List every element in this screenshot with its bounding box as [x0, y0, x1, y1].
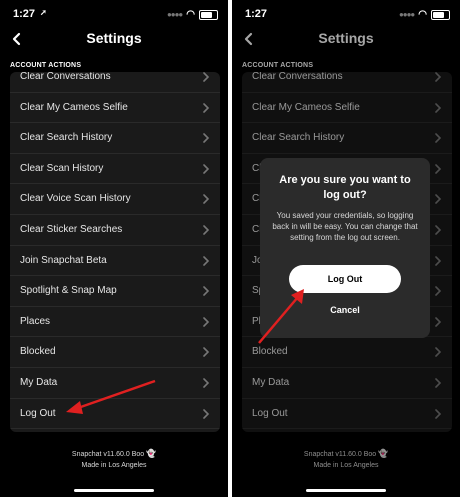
status-bar: 1:27 ➚ ●●●● ◠: [0, 0, 228, 26]
dialog-title: Are you sure you want to log out?: [279, 174, 411, 201]
settings-item[interactable]: Clear Conversations: [10, 72, 220, 93]
settings-list: Clear Conversations Clear My Cameos Selfi…: [10, 72, 220, 430]
settings-item-label: Clear Search History: [20, 132, 113, 144]
status-time: 1:27: [13, 8, 36, 20]
chevron-right-icon: [203, 133, 210, 143]
app-version: Snapchat v11.60.0 Boo: [71, 451, 145, 458]
settings-screen-right: 1:27 ●●●● ◠ Settings ACCOUNT ACTIONS Cle…: [232, 0, 460, 497]
settings-item-label: Clear Voice Scan History: [20, 193, 131, 205]
cancel-button[interactable]: Cancel: [315, 304, 375, 316]
battery-icon: [431, 9, 450, 20]
signal-icon: ●●●●: [398, 10, 415, 19]
settings-item[interactable]: Clear Scan History: [10, 154, 220, 185]
settings-item-label: Clear Sticker Searches: [20, 223, 123, 235]
confirm-logout-button[interactable]: Log Out: [289, 265, 401, 293]
section-header: ACCOUNT ACTIONS: [10, 62, 82, 69]
status-bar: 1:27 ●●●● ◠: [232, 0, 460, 26]
home-indicator: [306, 489, 386, 492]
home-indicator: [74, 489, 154, 492]
settings-item[interactable]: Clear My Cameos Selfie: [10, 93, 220, 124]
chevron-right-icon: [203, 72, 210, 82]
ghost-icon: 👻: [146, 449, 157, 458]
settings-item[interactable]: Log Out: [10, 399, 220, 430]
settings-item[interactable]: Places: [10, 307, 220, 338]
settings-item[interactable]: Join Snapchat Beta: [10, 246, 220, 277]
settings-item[interactable]: Blocked: [10, 337, 220, 368]
settings-item-label: Log Out: [20, 407, 56, 419]
nav-header: Settings: [0, 26, 228, 54]
dialog-message: You saved your credentials, so logging b…: [272, 211, 418, 242]
wifi-icon: ◠: [186, 9, 195, 20]
chevron-right-icon: [203, 316, 210, 327]
settings-item[interactable]: Clear Sticker Searches: [10, 215, 220, 246]
chevron-right-icon: [203, 286, 210, 296]
chevron-right-icon: [203, 194, 210, 205]
footer: Snapchat v11.60.0 Boo 👻 Made in Los Ange…: [0, 448, 228, 471]
footer-version-line: Snapchat v11.60.0 Boo 👻: [0, 448, 228, 460]
settings-item-label: Clear Scan History: [20, 162, 104, 174]
settings-item[interactable]: My Data: [10, 368, 220, 399]
chevron-right-icon: [203, 378, 210, 388]
settings-item[interactable]: Clear Voice Scan History: [10, 184, 220, 215]
page-title: Settings: [86, 30, 142, 46]
settings-item[interactable]: Clear Search History: [10, 123, 220, 154]
settings-item-label: Places: [20, 315, 51, 327]
chevron-right-icon: [203, 347, 210, 358]
settings-item-label: Blocked: [20, 346, 56, 358]
settings-item-label: Clear My Cameos Selfie: [20, 101, 128, 113]
settings-item-label: Clear Conversations: [20, 72, 111, 82]
status-time: 1:27: [245, 8, 268, 20]
settings-item-label: Join Snapchat Beta: [20, 254, 107, 266]
settings-item-label: My Data: [20, 376, 58, 388]
settings-screen-left: 1:27 ➚ ●●●● ◠ Settings ACCOUNT ACTIONS C…: [0, 0, 228, 497]
settings-item-label: Spotlight & Snap Map: [20, 285, 117, 297]
status-icons: ●●●● ◠: [167, 9, 218, 20]
made-in: Made in Los Angeles: [81, 462, 147, 469]
location-arrow-icon: ➚: [40, 8, 47, 17]
settings-list-card: Clear Conversations Clear My Cameos Selfi…: [10, 72, 220, 432]
battery-icon: [199, 9, 218, 20]
chevron-right-icon: [203, 408, 210, 419]
status-icons: ●●●● ◠: [399, 9, 450, 20]
chevron-right-icon: [203, 163, 210, 174]
chevron-right-icon: [203, 102, 210, 113]
logout-confirm-dialog: Are you sure you want to log out? You sa…: [260, 158, 430, 338]
chevron-right-icon: [203, 255, 210, 266]
chevron-right-icon: [203, 225, 210, 235]
wifi-icon: ◠: [418, 9, 427, 20]
settings-item[interactable]: Spotlight & Snap Map: [10, 276, 220, 307]
signal-icon: ●●●●: [166, 10, 183, 19]
